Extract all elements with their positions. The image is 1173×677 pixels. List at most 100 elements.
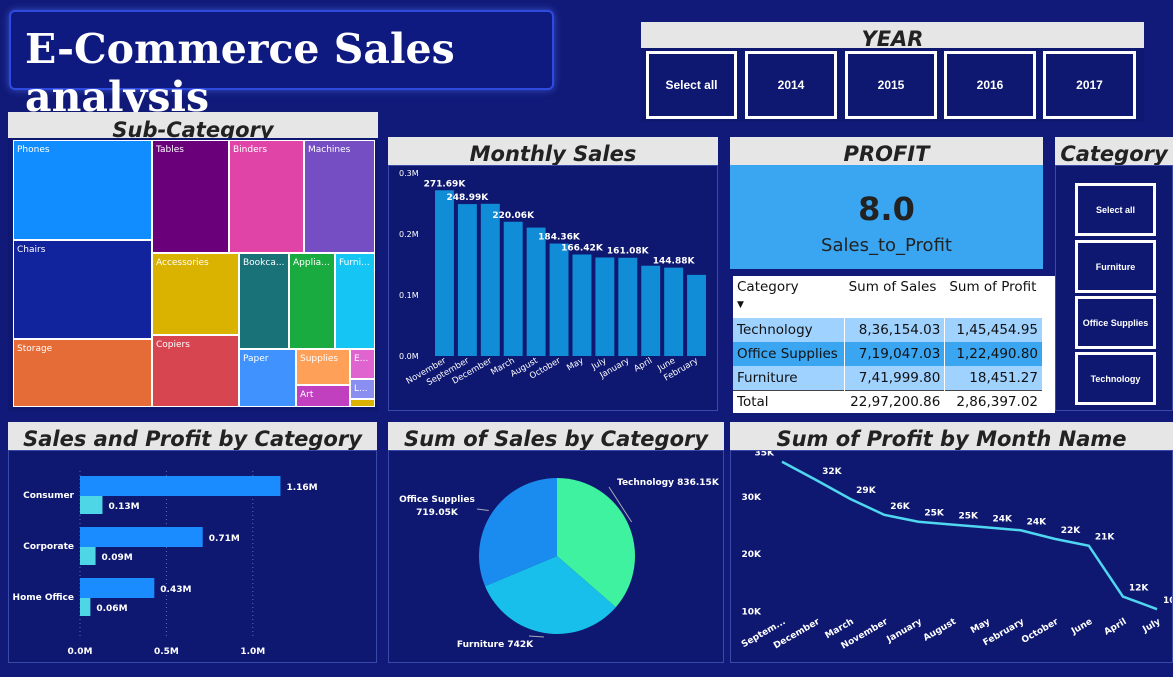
pie-label: Technology 836.15K [617, 478, 720, 488]
sales-profit-header: Sales and Profit by Category [8, 422, 377, 450]
line-data-label: 35K [755, 451, 776, 459]
treemap-cell-tables[interactable]: Tables [152, 140, 229, 253]
monthly-bar [526, 227, 546, 356]
subcategory-header: Sub-Category [8, 112, 378, 140]
monthly-bar [503, 221, 523, 356]
sales-profit-svg: 0.0M 0.5M 1.0M Consumer 1.16M 0.13M Corporate 0… [13, 471, 318, 657]
line-data-label: 25K [924, 509, 945, 519]
table-cell-category: Furniture [733, 366, 845, 390]
treemap-cell-machines[interactable]: Machines [304, 140, 375, 253]
profit-kpi-card: 8.0 Sales_to_Profit [730, 165, 1043, 269]
x-tick-label: 0.0M [68, 647, 93, 657]
pie-label: Furniture 742K [457, 640, 534, 650]
treemap-cell-fasteners[interactable] [350, 399, 375, 407]
y-tick-label: 0.3M [399, 169, 419, 178]
table-row[interactable]: Technology 8,36,154.03 1,45,454.95 [733, 318, 1043, 342]
line-data-label: 32K [822, 467, 843, 477]
table-row[interactable]: Furniture 7,41,999.80 18,451.27 [733, 366, 1043, 390]
treemap-cell-envelopes[interactable]: E... [350, 349, 375, 379]
table-cell-sales: 7,19,047.03 [844, 342, 946, 366]
table-cell-sales: 8,36,154.03 [844, 318, 946, 342]
treemap-cell-accessories[interactable]: Accessories [152, 253, 239, 335]
category-option-furniture[interactable]: Furniture [1075, 240, 1156, 293]
x-tick-label: August [922, 617, 959, 644]
year-option-select-all[interactable]: Select all [646, 51, 737, 119]
table-cell-profit: 1,22,490.80 [944, 342, 1043, 366]
col-header-profit[interactable]: Sum of Profit [944, 276, 1043, 318]
profit-kpi-label: Sales_to_Profit [821, 235, 952, 256]
year-slicer-header: YEAR [641, 22, 1144, 48]
table-row[interactable]: Office Supplies 7,19,047.03 1,22,490.80 [733, 342, 1043, 366]
treemap-cell-phones[interactable]: Phones [13, 140, 152, 240]
category-label: Consumer [23, 491, 74, 501]
treemap-cell-copiers[interactable]: Copiers [152, 335, 239, 407]
x-tick-label: April [1103, 617, 1129, 638]
category-slicer: Select all Furniture Office Supplies Tec… [1055, 165, 1173, 411]
sales-bar-label: 1.16M [286, 483, 317, 493]
y-tick-label: 0.2M [399, 230, 419, 239]
bar-data-label: 166.42K [561, 243, 604, 253]
treemap-cell-chairs[interactable]: Chairs [13, 240, 152, 339]
table-cell-profit: 1,45,454.95 [944, 318, 1043, 342]
year-option-2015[interactable]: 2015 [845, 51, 937, 119]
monthly-bar [572, 254, 592, 356]
line-data-label: 29K [856, 486, 877, 496]
profit-by-month-header: Sum of Profit by Month Name [730, 422, 1173, 450]
monthly-bar [618, 257, 638, 356]
bar-data-label: 184.36K [538, 233, 581, 243]
col-header-sales[interactable]: Sum of Sales [844, 276, 946, 318]
y-tick-label: 30K [742, 493, 763, 503]
y-tick-label: 10K [742, 607, 763, 617]
pie-label: Office Supplies [399, 495, 475, 505]
treemap-cell-storage[interactable]: Storage [13, 339, 152, 407]
sales-by-category-header: Sum of Sales by Category [388, 422, 724, 450]
x-tick-label: April [632, 356, 654, 374]
monthly-bar [641, 265, 661, 356]
profit-bar [80, 598, 91, 616]
sales-bar [80, 476, 281, 496]
x-tick-label: May [969, 617, 992, 636]
year-option-2016[interactable]: 2016 [944, 51, 1036, 119]
line-data-label: 24K [993, 514, 1014, 524]
profit-by-month-chart: 10K 20K 30K 35K Septem... 32K December 29K March… [730, 449, 1173, 663]
profit-table-container: Category ▼ Sum of Sales Sum of Profit Tec… [733, 276, 1055, 413]
category-label: Corporate [23, 542, 74, 552]
treemap-cell-art[interactable]: Art [296, 385, 350, 407]
sales-bar [80, 527, 203, 547]
category-option-select-all[interactable]: Select all [1075, 183, 1156, 236]
profit-bar-label: 0.06M [96, 604, 127, 614]
bar-data-label: 161.08K [607, 247, 650, 257]
treemap-cell-labels[interactable]: L... [350, 379, 375, 399]
table-total-row: Total 22,97,200.86 2,86,397.02 [733, 390, 1043, 413]
x-tick-label: May [565, 356, 585, 373]
year-option-2017[interactable]: 2017 [1043, 51, 1136, 119]
treemap-cell-binders[interactable]: Binders [229, 140, 304, 253]
col-header-category[interactable]: Category ▼ [733, 276, 845, 318]
pie-leader-line [528, 635, 544, 638]
category-slicer-header: Category [1055, 137, 1173, 165]
year-slicer: YEAR Select all 2014 2015 2016 2017 [641, 22, 1144, 122]
monthly-sales-chart: 0.0M 0.1M 0.2M 0.3M 271.69K November 248.99K Se… [388, 165, 718, 411]
table-total-sales: 22,97,200.86 [844, 390, 946, 413]
treemap-cell-appliances[interactable]: Applia... [289, 253, 335, 349]
sales-bar-label: 0.43M [160, 585, 191, 595]
x-tick-label: October [1020, 617, 1061, 646]
pie-label-value: 719.05K [416, 508, 459, 518]
monthly-bar [549, 243, 569, 356]
subcategory-treemap: Phones Chairs Storage Tables Binders Mac… [8, 138, 378, 411]
treemap-cell-paper[interactable]: Paper [239, 349, 296, 407]
category-option-technology[interactable]: Technology [1075, 352, 1156, 405]
line-data-label: 10K [1163, 596, 1172, 606]
line-data-label: 25K [958, 512, 979, 522]
year-option-2014[interactable]: 2014 [745, 51, 837, 119]
treemap-cell-furnishings[interactable]: Furni... [335, 253, 375, 349]
x-tick-label: January [885, 617, 924, 646]
category-option-office-supplies[interactable]: Office Supplies [1075, 296, 1156, 349]
profit-kpi-value: 8.0 [858, 190, 915, 228]
bar-data-label: 271.69K [424, 179, 467, 189]
treemap-cell-bookcases[interactable]: Bookca... [239, 253, 289, 349]
treemap-cell-supplies[interactable]: Supplies [296, 349, 350, 385]
profit-bar [80, 496, 103, 514]
dashboard-title: E-Commerce Sales analysis [25, 25, 455, 121]
monthly-bar [435, 190, 454, 356]
